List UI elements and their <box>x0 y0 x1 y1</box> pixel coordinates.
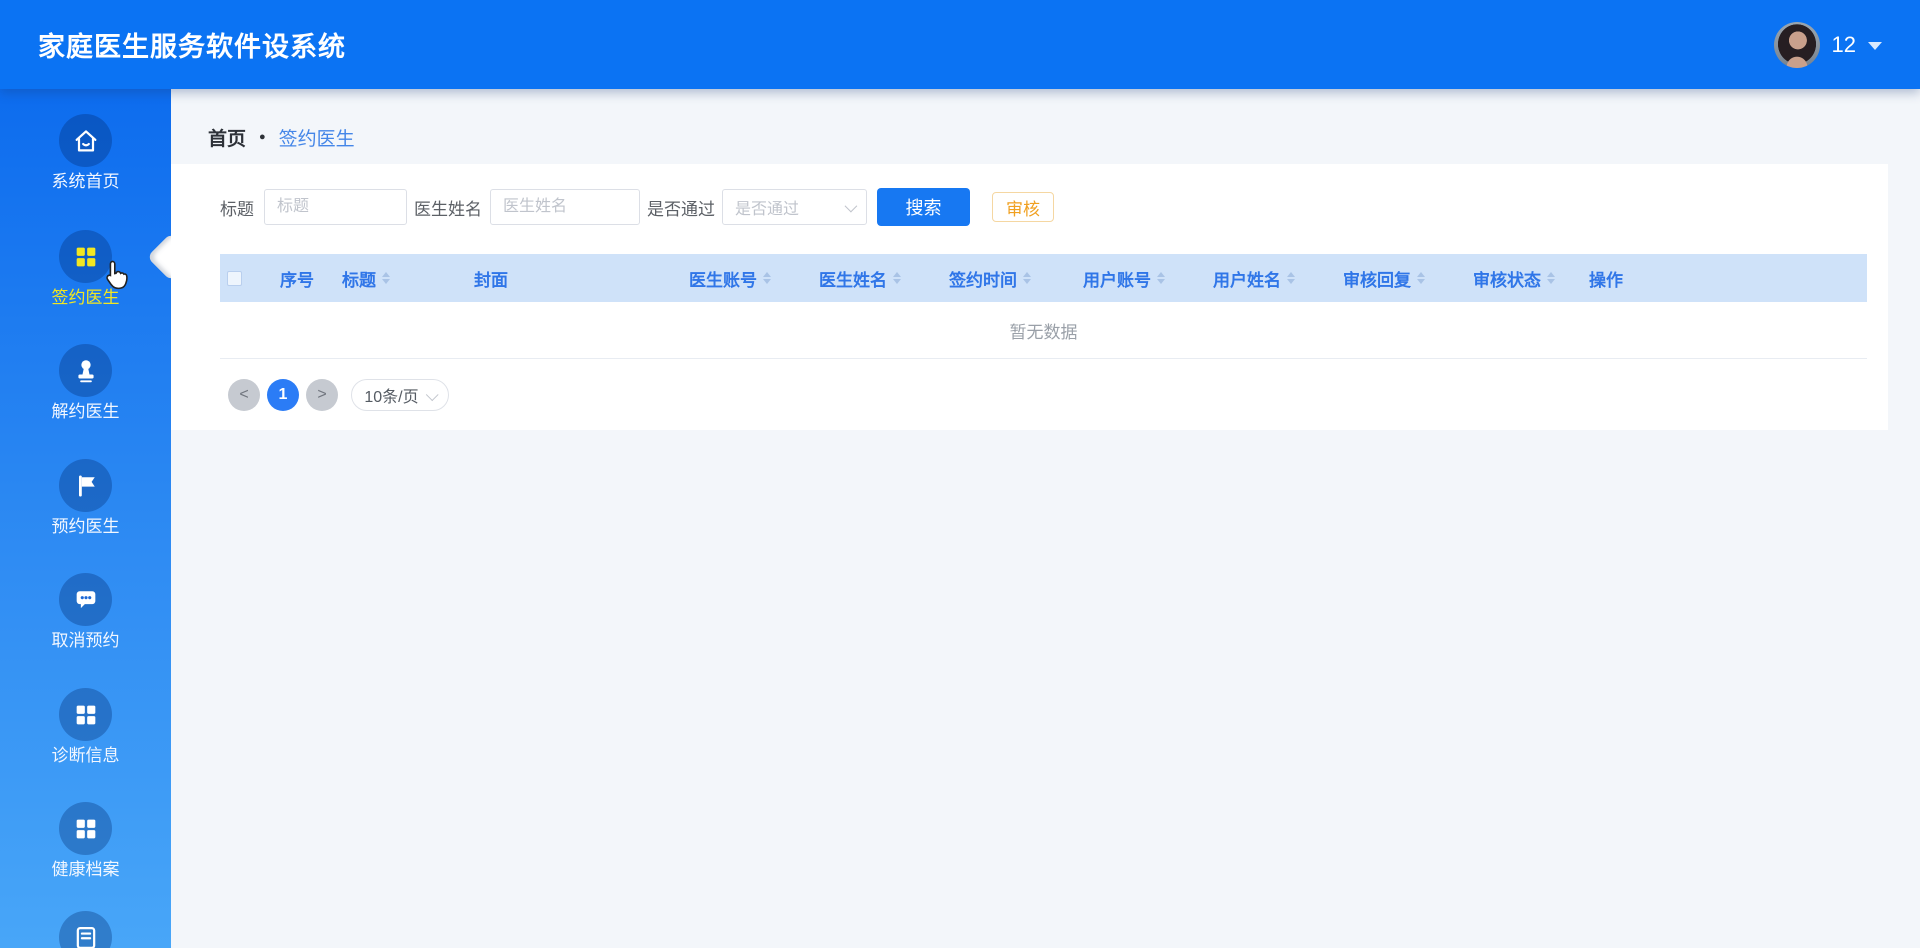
list-icon <box>59 911 112 948</box>
title-filter-label: 标题 <box>220 199 254 219</box>
page-size-value: 10条/页 <box>364 389 419 406</box>
col-cover: 封面 <box>474 270 508 290</box>
flag-icon <box>59 459 112 512</box>
sort-icon <box>1417 272 1425 284</box>
col-audit-reply[interactable]: 审核回复 <box>1343 254 1473 302</box>
sort-icon <box>893 272 901 284</box>
doctor-name-filter-label: 医生姓名 <box>414 199 482 219</box>
sidebar-item-label: 解约医生 <box>51 402 120 421</box>
app-window: 家庭医生服务软件设系统 12 系统首页 签约医生 解约医生 预约医生 取消预约 … <box>0 0 1920 948</box>
pass-select[interactable]: 是否通过 <box>722 189 867 225</box>
search-button[interactable]: 搜索 <box>877 188 970 226</box>
stamp-icon <box>59 344 112 397</box>
app-title: 家庭医生服务软件设系统 <box>38 32 346 62</box>
sort-icon <box>763 272 771 284</box>
col-user-account[interactable]: 用户账号 <box>1083 254 1213 302</box>
data-table: 序号 标题 封面 医生账号 医生姓名 签约时间 用户账号 用户姓名 审核回复 审… <box>220 254 1867 359</box>
sidebar: 系统首页 签约医生 解约医生 预约医生 取消预约 诊断信息 健康档案 <box>0 89 196 948</box>
select-all-cell <box>220 254 280 302</box>
sidebar-item-system-home[interactable]: 系统首页 <box>0 114 171 191</box>
sidebar-item-cancel-appointment[interactable]: 取消预约 <box>0 573 171 650</box>
breadcrumb-separator: ● <box>259 131 266 143</box>
sidebar-item-partial[interactable] <box>0 911 171 948</box>
pagination: < 1 > 10条/页 <box>228 379 1867 411</box>
col-doctor-account[interactable]: 医生账号 <box>689 254 819 302</box>
sidebar-item-signed-doctor[interactable]: 签约医生 <box>0 230 171 307</box>
chevron-down-icon <box>844 199 858 212</box>
sort-icon <box>1157 272 1165 284</box>
title-input[interactable] <box>264 189 407 225</box>
filter-bar: 标题 医生姓名 是否通过 是否通过 搜索 审核 <box>220 188 1867 226</box>
sort-icon <box>1023 272 1031 284</box>
sort-icon <box>1287 272 1295 284</box>
breadcrumb: 首页 ● 签约医生 <box>208 124 1920 151</box>
chevron-down-icon <box>425 387 439 401</box>
pass-filter-label: 是否通过 <box>647 199 715 219</box>
col-index: 序号 <box>280 270 314 290</box>
col-user-name[interactable]: 用户姓名 <box>1213 254 1343 302</box>
page-1-button[interactable]: 1 <box>267 379 299 411</box>
next-page-button[interactable]: > <box>306 379 338 411</box>
user-name: 12 <box>1831 31 1856 57</box>
grid-icon <box>59 688 112 741</box>
content-card: 标题 医生姓名 是否通过 是否通过 搜索 审核 <box>171 164 1888 430</box>
prev-page-button[interactable]: < <box>228 379 260 411</box>
empty-data-row: 暂无数据 <box>220 302 1867 359</box>
sidebar-item-label: 诊断信息 <box>51 746 120 765</box>
grid-icon <box>59 802 112 855</box>
sort-icon <box>382 272 390 284</box>
doctor-name-input[interactable] <box>490 189 640 225</box>
sidebar-item-appointment-doctor[interactable]: 预约医生 <box>0 459 171 536</box>
user-menu[interactable]: 12 <box>1773 0 1882 89</box>
sidebar-item-label: 预约医生 <box>51 517 120 536</box>
breadcrumb-current[interactable]: 签约医生 <box>279 124 355 151</box>
breadcrumb-home[interactable]: 首页 <box>208 124 246 151</box>
user-avatar <box>1773 21 1820 68</box>
audit-button[interactable]: 审核 <box>992 192 1054 222</box>
mouse-cursor-icon <box>106 260 128 290</box>
sidebar-item-terminated-doctor[interactable]: 解约医生 <box>0 344 171 421</box>
col-operation: 操作 <box>1589 270 1623 290</box>
table-header-row: 序号 标题 封面 医生账号 医生姓名 签约时间 用户账号 用户姓名 审核回复 审… <box>220 254 1867 302</box>
sidebar-item-label: 健康档案 <box>51 860 120 879</box>
chevron-down-icon <box>1868 42 1882 50</box>
sidebar-item-label: 系统首页 <box>51 172 120 191</box>
col-sign-time[interactable]: 签约时间 <box>949 254 1083 302</box>
col-title[interactable]: 标题 <box>342 254 474 302</box>
main-area: 首页 ● 签约医生 标题 医生姓名 是否通过 是否通过 搜索 审核 <box>171 89 1920 948</box>
col-doctor-name[interactable]: 医生姓名 <box>819 254 949 302</box>
chat-icon <box>59 573 112 626</box>
sidebar-item-diagnosis-info[interactable]: 诊断信息 <box>0 688 171 765</box>
select-all-checkbox[interactable] <box>227 270 242 286</box>
empty-data-text: 暂无数据 <box>1009 322 1078 342</box>
col-audit-status[interactable]: 审核状态 <box>1473 254 1589 302</box>
home-icon <box>59 114 112 167</box>
app-header: 家庭医生服务软件设系统 12 <box>0 0 1920 89</box>
sort-icon <box>1547 272 1555 284</box>
pass-select-placeholder: 是否通过 <box>735 201 800 218</box>
sidebar-item-health-record[interactable]: 健康档案 <box>0 802 171 879</box>
sidebar-item-label: 取消预约 <box>51 631 120 650</box>
page-size-select[interactable]: 10条/页 <box>351 379 449 411</box>
